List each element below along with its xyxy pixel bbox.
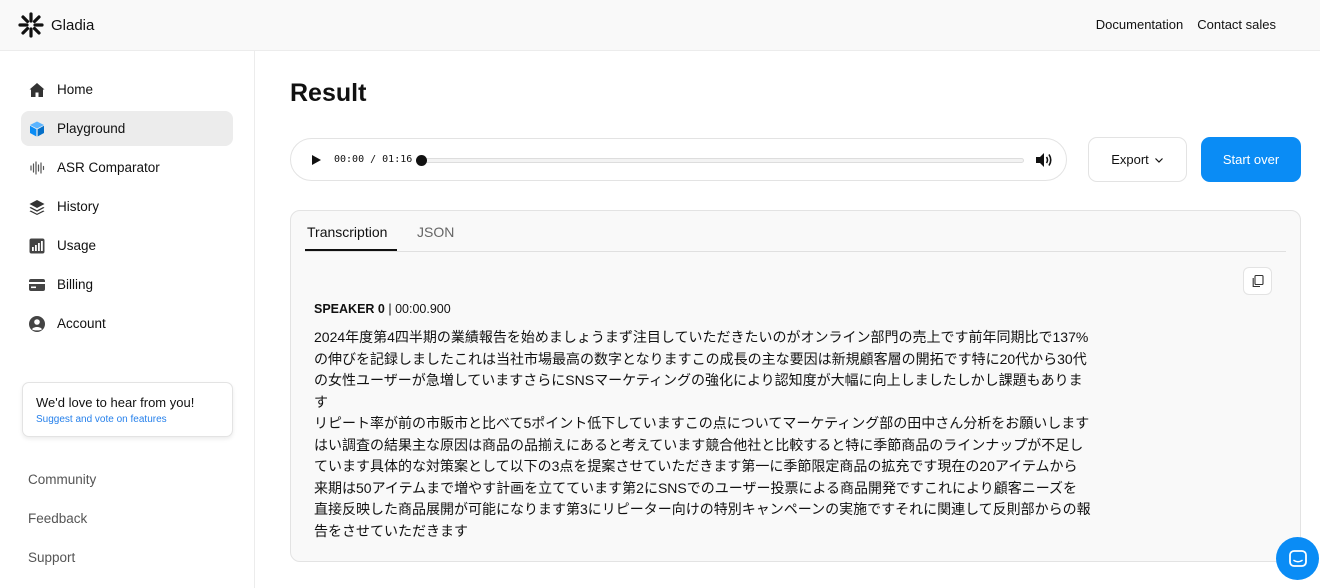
suggest-features-link[interactable]: Suggest and vote on features [36,414,232,425]
top-bar: Gladia Documentation Contact sales [0,0,1320,51]
sidebar-item-label: History [57,199,100,214]
support-link[interactable]: Support [28,550,75,565]
speaker-name: SPEAKER 0 [314,302,385,316]
sidebar-item-history[interactable]: History [21,189,233,224]
brand-name: Gladia [51,16,95,34]
bar-chart-icon [28,237,46,255]
speaker-header: SPEAKER 0 | 00:00.900 [314,302,451,316]
credit-card-icon [28,276,46,294]
volume-icon[interactable] [1034,151,1054,169]
brand-logo[interactable]: Gladia [18,12,94,38]
speaker-timestamp: 00:00.900 [395,302,451,316]
sidebar-item-home[interactable]: Home [21,72,233,107]
top-nav: Documentation Contact sales [1096,17,1276,32]
copy-icon [1252,274,1264,288]
documentation-link[interactable]: Documentation [1096,17,1183,32]
layers-icon [28,198,46,216]
result-panel: Transcription JSON SPEAKER 0 | 00:00.900… [290,210,1301,562]
sidebar: Home Playground ASR Comparator History U… [0,51,255,588]
cube-icon [28,120,46,138]
tab-json[interactable]: JSON [417,224,454,240]
sidebar-item-playground[interactable]: Playground [21,111,233,146]
export-button[interactable]: Export [1088,137,1187,182]
tab-transcription[interactable]: Transcription [307,224,387,240]
sidebar-item-label: Home [57,82,94,97]
playback-time: 00:00 / 01:16 [334,154,413,165]
transcript-text: 2024年度第4四半期の業績報告を始めましょうまず注目していただきたいのがオンラ… [314,329,1091,539]
feedback-card[interactable]: We'd love to hear from you! Suggest and … [22,382,233,437]
contact-sales-link[interactable]: Contact sales [1197,17,1276,32]
home-icon [28,81,46,99]
sidebar-item-label: ASR Comparator [57,160,160,175]
gladia-logo-icon [18,12,44,38]
sidebar-item-asr-comparator[interactable]: ASR Comparator [21,150,233,185]
tab-bar: Transcription JSON [305,211,1286,252]
export-label: Export [1111,152,1149,167]
waveform-icon [28,159,46,177]
sidebar-item-billing[interactable]: Billing [21,267,233,302]
community-link[interactable]: Community [28,472,96,487]
chevron-down-icon [1154,157,1163,163]
user-icon [28,315,46,333]
progress-track[interactable] [418,158,1024,163]
page-title: Result [290,79,367,107]
chat-support-button[interactable] [1276,537,1319,580]
sidebar-item-label: Billing [57,277,94,292]
feedback-title: We'd love to hear from you! [36,395,195,410]
sidebar-item-account[interactable]: Account [21,306,233,341]
play-icon[interactable] [309,153,323,167]
chat-icon [1288,549,1307,567]
sidebar-item-label: Playground [57,121,126,136]
sidebar-item-label: Account [57,316,106,331]
active-tab-indicator [305,249,397,251]
copy-button[interactable] [1243,267,1272,295]
start-over-button[interactable]: Start over [1201,137,1301,182]
audio-player: 00:00 / 01:16 [290,138,1067,181]
feedback-link[interactable]: Feedback [28,511,87,526]
sidebar-item-label: Usage [57,238,97,253]
sidebar-item-usage[interactable]: Usage [21,228,233,263]
progress-thumb[interactable] [416,155,427,166]
